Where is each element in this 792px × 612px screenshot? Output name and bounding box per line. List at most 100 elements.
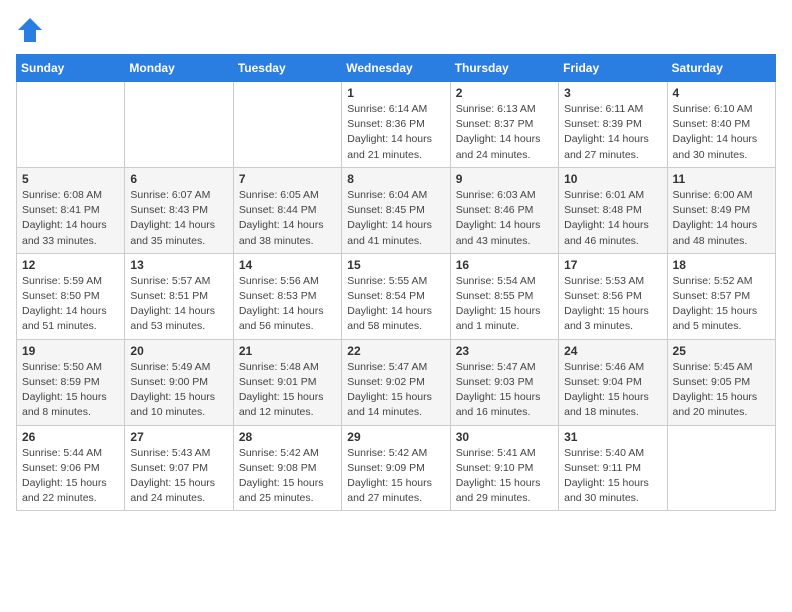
calendar-cell: 22 Sunrise: 5:47 AM Sunset: 9:02 PM Dayli… (342, 339, 450, 425)
day-number: 5 (22, 172, 119, 186)
logo-icon (16, 16, 44, 44)
day-number: 21 (239, 344, 336, 358)
calendar-cell: 18Sunrise: 5:52 AM Sunset: 8:57 PM Dayli… (667, 253, 775, 339)
day-info: Sunrise: 5:46 AM Sunset: 9:04 PM Dayligh… (564, 360, 661, 421)
day-info: Sunrise: 5:49 AM Sunset: 9:00 PM Dayligh… (130, 360, 227, 421)
day-info: Sunrise: 6:01 AM Sunset: 8:48 PM Dayligh… (564, 188, 661, 249)
calendar-cell: 10 Sunrise: 6:01 AM Sunset: 8:48 PM Dayli… (559, 167, 667, 253)
week-row-2: 5Sunrise: 6:08 AM Sunset: 8:41 PM Daylig… (17, 167, 776, 253)
day-info: Sunrise: 5:53 AM Sunset: 8:56 PM Dayligh… (564, 274, 661, 335)
calendar-cell: 12 Sunrise: 5:59 AM Sunset: 8:50 PM Dayli… (17, 253, 125, 339)
calendar-cell (233, 82, 341, 168)
day-info: Sunrise: 5:50 AM Sunset: 8:59 PM Dayligh… (22, 360, 119, 421)
week-row-4: 19 Sunrise: 5:50 AM Sunset: 8:59 PM Dayli… (17, 339, 776, 425)
calendar-cell: 4 Sunrise: 6:10 AM Sunset: 8:40 PM Daylig… (667, 82, 775, 168)
day-info: Sunrise: 6:14 AM Sunset: 8:36 PM Dayligh… (347, 102, 444, 163)
week-row-1: 1 Sunrise: 6:14 AM Sunset: 8:36 PM Daylig… (17, 82, 776, 168)
day-info: Sunrise: 5:40 AM Sunset: 9:11 PM Dayligh… (564, 446, 661, 507)
calendar-cell: 7 Sunrise: 6:05 AM Sunset: 8:44 PM Daylig… (233, 167, 341, 253)
day-info: Sunrise: 5:59 AM Sunset: 8:50 PM Dayligh… (22, 274, 119, 335)
calendar-cell: 30 Sunrise: 5:41 AM Sunset: 9:10 PM Dayli… (450, 425, 558, 511)
header-day-monday: Monday (125, 55, 233, 82)
calendar-cell: 8 Sunrise: 6:04 AM Sunset: 8:45 PM Daylig… (342, 167, 450, 253)
calendar-cell: 24Sunrise: 5:46 AM Sunset: 9:04 PM Dayli… (559, 339, 667, 425)
day-number: 17 (564, 258, 661, 272)
day-number: 13 (130, 258, 227, 272)
calendar-cell (667, 425, 775, 511)
day-number: 9 (456, 172, 553, 186)
calendar-cell (17, 82, 125, 168)
calendar-cell: 6 Sunrise: 6:07 AM Sunset: 8:43 PM Daylig… (125, 167, 233, 253)
day-info: Sunrise: 5:55 AM Sunset: 8:54 PM Dayligh… (347, 274, 444, 335)
header-day-sunday: Sunday (17, 55, 125, 82)
calendar-cell: 15 Sunrise: 5:55 AM Sunset: 8:54 PM Dayli… (342, 253, 450, 339)
calendar-cell: 21 Sunrise: 5:48 AM Sunset: 9:01 PM Dayli… (233, 339, 341, 425)
day-info: Sunrise: 5:45 AM Sunset: 9:05 PM Dayligh… (673, 360, 770, 421)
day-info: Sunrise: 5:48 AM Sunset: 9:01 PM Dayligh… (239, 360, 336, 421)
day-info: Sunrise: 6:03 AM Sunset: 8:46 PM Dayligh… (456, 188, 553, 249)
calendar-body: 1 Sunrise: 6:14 AM Sunset: 8:36 PM Daylig… (17, 82, 776, 511)
calendar-cell: 28Sunrise: 5:42 AM Sunset: 9:08 PM Dayli… (233, 425, 341, 511)
day-info: Sunrise: 6:10 AM Sunset: 8:40 PM Dayligh… (673, 102, 770, 163)
calendar-cell: 27Sunrise: 5:43 AM Sunset: 9:07 PM Dayli… (125, 425, 233, 511)
week-row-3: 12 Sunrise: 5:59 AM Sunset: 8:50 PM Dayli… (17, 253, 776, 339)
calendar-cell: 2Sunrise: 6:13 AM Sunset: 8:37 PM Daylig… (450, 82, 558, 168)
day-info: Sunrise: 5:47 AM Sunset: 9:02 PM Dayligh… (347, 360, 444, 421)
day-number: 8 (347, 172, 444, 186)
day-number: 7 (239, 172, 336, 186)
day-info: Sunrise: 6:04 AM Sunset: 8:45 PM Dayligh… (347, 188, 444, 249)
day-info: Sunrise: 5:52 AM Sunset: 8:57 PM Dayligh… (673, 274, 770, 335)
day-info: Sunrise: 5:41 AM Sunset: 9:10 PM Dayligh… (456, 446, 553, 507)
calendar-cell: 25 Sunrise: 5:45 AM Sunset: 9:05 PM Dayli… (667, 339, 775, 425)
calendar-cell: 17 Sunrise: 5:53 AM Sunset: 8:56 PM Dayli… (559, 253, 667, 339)
day-info: Sunrise: 5:44 AM Sunset: 9:06 PM Dayligh… (22, 446, 119, 507)
day-number: 12 (22, 258, 119, 272)
day-info: Sunrise: 5:47 AM Sunset: 9:03 PM Dayligh… (456, 360, 553, 421)
day-info: Sunrise: 6:11 AM Sunset: 8:39 PM Dayligh… (564, 102, 661, 163)
calendar-cell: 23 Sunrise: 5:47 AM Sunset: 9:03 PM Dayli… (450, 339, 558, 425)
day-number: 22 (347, 344, 444, 358)
calendar-cell: 3Sunrise: 6:11 AM Sunset: 8:39 PM Daylig… (559, 82, 667, 168)
day-number: 25 (673, 344, 770, 358)
calendar-cell: 19 Sunrise: 5:50 AM Sunset: 8:59 PM Dayli… (17, 339, 125, 425)
header-day-saturday: Saturday (667, 55, 775, 82)
day-info: Sunrise: 6:07 AM Sunset: 8:43 PM Dayligh… (130, 188, 227, 249)
calendar-cell: 16 Sunrise: 5:54 AM Sunset: 8:55 PM Dayli… (450, 253, 558, 339)
day-info: Sunrise: 5:43 AM Sunset: 9:07 PM Dayligh… (130, 446, 227, 507)
day-number: 11 (673, 172, 770, 186)
calendar-cell: 5Sunrise: 6:08 AM Sunset: 8:41 PM Daylig… (17, 167, 125, 253)
header-day-thursday: Thursday (450, 55, 558, 82)
header-day-wednesday: Wednesday (342, 55, 450, 82)
calendar-cell: 20 Sunrise: 5:49 AM Sunset: 9:00 PM Dayli… (125, 339, 233, 425)
header-row: SundayMondayTuesdayWednesdayThursdayFrid… (17, 55, 776, 82)
calendar-cell: 14Sunrise: 5:56 AM Sunset: 8:53 PM Dayli… (233, 253, 341, 339)
header-day-friday: Friday (559, 55, 667, 82)
day-number: 30 (456, 430, 553, 444)
day-number: 28 (239, 430, 336, 444)
day-number: 31 (564, 430, 661, 444)
day-number: 1 (347, 86, 444, 100)
day-number: 20 (130, 344, 227, 358)
calendar-cell: 13 Sunrise: 5:57 AM Sunset: 8:51 PM Dayli… (125, 253, 233, 339)
day-number: 23 (456, 344, 553, 358)
calendar-header: SundayMondayTuesdayWednesdayThursdayFrid… (17, 55, 776, 82)
calendar-cell: 31 Sunrise: 5:40 AM Sunset: 9:11 PM Dayli… (559, 425, 667, 511)
day-number: 4 (673, 86, 770, 100)
day-info: Sunrise: 6:05 AM Sunset: 8:44 PM Dayligh… (239, 188, 336, 249)
day-info: Sunrise: 5:57 AM Sunset: 8:51 PM Dayligh… (130, 274, 227, 335)
calendar-cell: 29Sunrise: 5:42 AM Sunset: 9:09 PM Dayli… (342, 425, 450, 511)
day-number: 19 (22, 344, 119, 358)
calendar-cell (125, 82, 233, 168)
day-number: 10 (564, 172, 661, 186)
day-info: Sunrise: 6:13 AM Sunset: 8:37 PM Dayligh… (456, 102, 553, 163)
day-info: Sunrise: 5:54 AM Sunset: 8:55 PM Dayligh… (456, 274, 553, 335)
calendar-cell: 9 Sunrise: 6:03 AM Sunset: 8:46 PM Daylig… (450, 167, 558, 253)
calendar-table: SundayMondayTuesdayWednesdayThursdayFrid… (16, 54, 776, 511)
calendar-cell: 11Sunrise: 6:00 AM Sunset: 8:49 PM Dayli… (667, 167, 775, 253)
day-number: 15 (347, 258, 444, 272)
week-row-5: 26Sunrise: 5:44 AM Sunset: 9:06 PM Dayli… (17, 425, 776, 511)
logo (16, 16, 48, 44)
day-number: 16 (456, 258, 553, 272)
day-info: Sunrise: 5:42 AM Sunset: 9:09 PM Dayligh… (347, 446, 444, 507)
day-number: 6 (130, 172, 227, 186)
